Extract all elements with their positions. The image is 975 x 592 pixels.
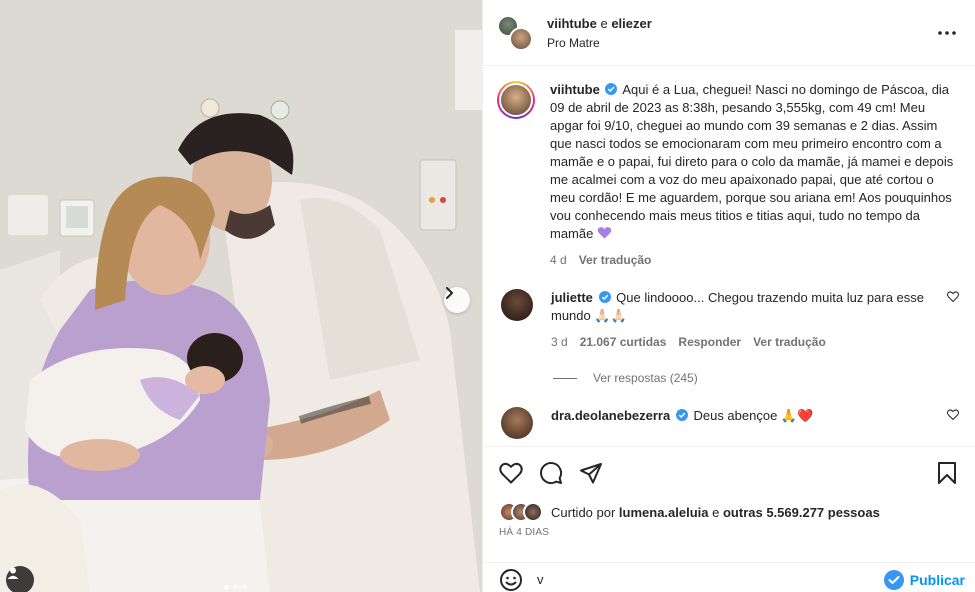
liker-avatars — [499, 502, 543, 522]
comment-item: dra.deolanebezerra Deus abençoe 🙏❤️ — [497, 407, 959, 439]
view-replies-label: Ver respostas (245) — [593, 371, 698, 385]
comment-time: 3 d — [551, 335, 568, 349]
location-link[interactable]: Pro Matre — [547, 36, 935, 50]
avatar[interactable] — [501, 289, 533, 321]
send-icon — [580, 463, 602, 484]
heart-outline-icon — [947, 291, 959, 302]
caption-translate-link[interactable]: Ver tradução — [579, 251, 652, 269]
comments-list[interactable]: viihtube Aqui é a Lua, cheguei! Nasci no… — [483, 67, 975, 445]
author-link[interactable]: viihtube — [547, 16, 597, 31]
add-comment-bar: Publicar — [483, 562, 975, 592]
likes-count[interactable]: outras 5.569.277 pessoas — [723, 505, 880, 520]
purple-heart-icon — [597, 227, 612, 239]
check-icon — [883, 569, 904, 590]
verified-badge-icon — [605, 83, 618, 95]
avatar — [509, 26, 533, 51]
tagged-users-button[interactable] — [6, 566, 34, 592]
post-authors: viihtube e eliezer — [547, 16, 935, 31]
caption-meta: 4 d Ver tradução — [550, 251, 959, 269]
caption-text: Aqui é a Lua, cheguei! Nasci no domingo … — [550, 82, 954, 241]
bookmark-icon — [938, 462, 956, 484]
comment-like-button[interactable] — [935, 407, 959, 439]
comment-likes[interactable]: 21.067 curtidas — [580, 333, 667, 351]
likes-connector: e — [708, 504, 723, 520]
comment-item: juliette Que lindoooo... Chegou trazendo… — [497, 289, 959, 351]
comment-button[interactable] — [539, 461, 563, 485]
comment-text: Deus abençoe 🙏❤️ — [693, 408, 814, 423]
comment-icon — [540, 462, 563, 485]
post-details-panel: viihtube e eliezer Pro Matre viihtube Aq… — [482, 0, 975, 592]
liker-username[interactable]: lumena.aleluia — [619, 505, 709, 520]
caption: viihtube Aqui é a Lua, cheguei! Nasci no… — [497, 81, 959, 269]
verified-badge-icon — [675, 409, 688, 421]
post-actions: Curtido por lumena.aleluia e outras 5.56… — [483, 446, 975, 538]
more-horizontal-icon — [938, 30, 956, 35]
publish-label: Publicar — [909, 571, 965, 588]
save-button[interactable] — [935, 461, 959, 485]
emoji-button[interactable] — [499, 568, 523, 592]
carousel-indicator — [224, 585, 247, 590]
post-timestamp: HÁ 4 DIAS — [499, 527, 550, 538]
carousel-dot — [224, 585, 229, 590]
share-button[interactable] — [579, 461, 603, 485]
caption-time: 4 d — [550, 253, 567, 267]
view-replies-button[interactable]: Ver respostas (245) — [553, 371, 959, 385]
comment-input[interactable] — [537, 572, 884, 587]
user-icon — [7, 567, 19, 579]
heart-icon — [499, 462, 523, 484]
replies-divider — [553, 377, 577, 379]
heart-outline-icon — [947, 409, 959, 420]
likes-prefix: Curtido por — [551, 504, 619, 520]
post-header: viihtube e eliezer Pro Matre — [483, 0, 975, 66]
authors-connector: e — [596, 15, 612, 31]
coauthor-avatars[interactable] — [497, 14, 533, 51]
comment-meta: 3 d 21.067 curtidas Responder Ver traduç… — [551, 333, 935, 351]
caption-username[interactable]: viihtube — [550, 82, 600, 97]
coauthor-link[interactable]: eliezer — [611, 16, 651, 31]
chevron-right-icon — [446, 287, 453, 299]
carousel-dot — [242, 585, 247, 590]
next-slide-button[interactable] — [444, 287, 470, 313]
smiley-icon — [500, 568, 522, 591]
comment-username[interactable]: dra.deolanebezerra — [551, 408, 670, 423]
comment-like-button[interactable] — [935, 289, 959, 351]
reply-button[interactable]: Responder — [678, 333, 741, 351]
verified-badge-icon — [598, 291, 611, 303]
avatar[interactable] — [501, 407, 533, 439]
likes-text: Curtido por lumena.aleluia e outras 5.56… — [551, 505, 880, 520]
post-photo — [0, 0, 482, 592]
carousel-dot — [233, 585, 238, 590]
caption-avatar[interactable] — [497, 81, 535, 119]
comment-translate-link[interactable]: Ver tradução — [753, 333, 826, 351]
comment-username[interactable]: juliette — [551, 290, 593, 305]
photo-illustration — [0, 0, 482, 592]
more-options-button[interactable] — [935, 21, 959, 45]
likes-summary[interactable]: Curtido por lumena.aleluia e outras 5.56… — [499, 499, 959, 525]
avatar — [523, 502, 543, 522]
publish-button[interactable]: Publicar — [883, 569, 965, 590]
like-button[interactable] — [499, 461, 523, 485]
